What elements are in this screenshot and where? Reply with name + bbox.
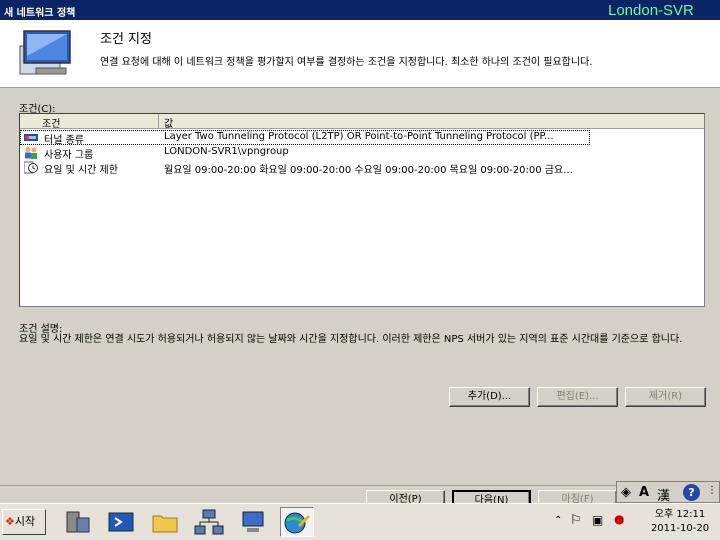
tray-expand-icon[interactable]: ⌃ bbox=[554, 515, 562, 526]
wizard-header: 조건 지정 연결 요청에 대해 이 네트워크 정책을 평가할지 여부를 결정하는… bbox=[0, 20, 720, 88]
ime-toolbar[interactable]: ◈ A 漢 ? ⋮ bbox=[616, 481, 720, 504]
clock-date: 2011-10-20 bbox=[650, 523, 710, 534]
ime-language-toggle[interactable]: A bbox=[639, 485, 649, 500]
windows-logo-icon: ❖ bbox=[5, 515, 15, 528]
ime-options-icon[interactable]: ⋮ bbox=[707, 485, 717, 496]
condition-value: 월요일 09:00-20:00 화요일 09:00-20:00 수요일 09:0… bbox=[164, 165, 573, 176]
condition-name: 터널 종류 bbox=[44, 135, 84, 146]
start-label: 시작 bbox=[14, 515, 36, 528]
computer-management-icon[interactable] bbox=[236, 507, 270, 537]
server-name: London-SVR bbox=[608, 2, 694, 19]
column-header-condition[interactable]: 조건 bbox=[42, 115, 60, 130]
clock-icon bbox=[24, 161, 38, 174]
column-header-value[interactable]: 값 bbox=[164, 115, 173, 130]
condition-value: LONDON-SVR1\vpngroup bbox=[164, 146, 289, 157]
tunnel-icon bbox=[24, 134, 38, 141]
nps-console-icon[interactable] bbox=[280, 507, 314, 537]
conditions-list[interactable]: 조건 값 터널 종류 Layer Two Tunneling Protocol … bbox=[19, 113, 705, 307]
list-item[interactable]: 터널 종류 Layer Two Tunneling Protocol (L2TP… bbox=[20, 130, 590, 146]
list-item[interactable]: 요일 및 시간 제한 월요일 09:00-20:00 화요일 09:00-20:… bbox=[20, 160, 704, 176]
edit-button[interactable]: 편집(E)... bbox=[537, 387, 618, 407]
monitor-icon bbox=[19, 30, 71, 75]
system-tray: ⌃ ⚐ ▣ ● 오후 12:11 2011-10-20 bbox=[552, 507, 718, 538]
add-button[interactable]: 추가(D)... bbox=[449, 387, 530, 407]
ime-hanja-button[interactable]: 漢 bbox=[657, 485, 670, 504]
remove-button[interactable]: 제거(R) bbox=[625, 387, 706, 407]
list-item[interactable]: 사용자 그룹 LONDON-SVR1\vpngroup bbox=[20, 145, 704, 161]
page-heading: 조건 지정 bbox=[100, 32, 152, 47]
taskbar: ❖시작 ⌃ ⚐ ▣ ● 오후 12:11 2011-10-20 bbox=[0, 503, 720, 540]
network-tray-icon[interactable]: ▣ bbox=[592, 513, 603, 527]
title-bar[interactable]: 새 네트워크 정책 London-SVR bbox=[0, 0, 720, 20]
window-title: 새 네트워크 정책 bbox=[4, 8, 76, 19]
clock-time: 오후 12:11 bbox=[654, 509, 706, 520]
list-header: 조건 값 bbox=[20, 114, 704, 130]
clock[interactable]: 오후 12:11 2011-10-20 bbox=[642, 508, 718, 536]
action-center-flag-icon[interactable]: ⚐ bbox=[570, 513, 582, 528]
page-description: 연결 요청에 대해 이 네트워크 정책을 평가할지 여부를 결정하는 조건을 지… bbox=[100, 57, 593, 68]
network-icon[interactable] bbox=[192, 507, 226, 537]
ime-settings-icon[interactable]: ◈ bbox=[621, 485, 631, 500]
help-icon[interactable]: ? bbox=[683, 484, 700, 501]
explorer-folder-icon[interactable] bbox=[148, 507, 182, 537]
server-manager-icon[interactable] bbox=[60, 507, 94, 537]
condition-description: 요일 및 시간 제한은 연결 시도가 허용되거나 허용되지 않는 날짜와 시간을… bbox=[19, 334, 683, 345]
column-separator[interactable] bbox=[158, 114, 159, 129]
start-button[interactable]: ❖시작 bbox=[2, 509, 46, 535]
user-group-icon bbox=[25, 147, 37, 159]
condition-name: 요일 및 시간 제한 bbox=[44, 165, 118, 176]
powershell-icon[interactable] bbox=[104, 507, 138, 537]
condition-name: 사용자 그룹 bbox=[44, 150, 94, 161]
description-label: 조건 설명: bbox=[19, 324, 63, 335]
volume-muted-icon[interactable]: ● bbox=[614, 512, 624, 526]
condition-value: Layer Two Tunneling Protocol (L2TP) OR P… bbox=[164, 131, 554, 142]
